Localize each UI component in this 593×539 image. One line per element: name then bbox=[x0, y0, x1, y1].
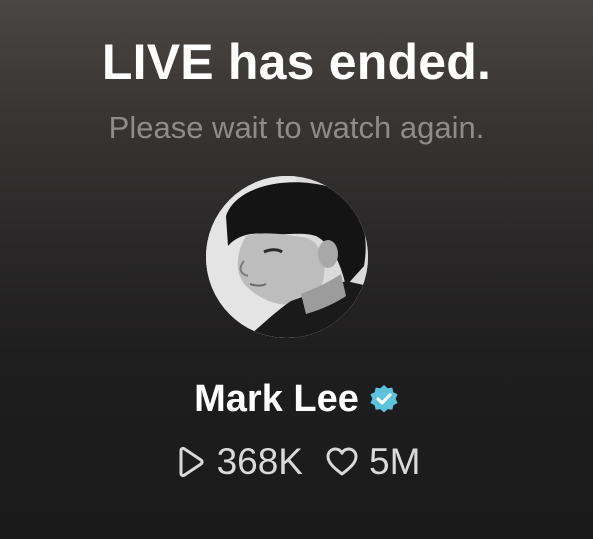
profile-name-row: Mark Lee bbox=[0, 376, 593, 422]
profile-name[interactable]: Mark Lee bbox=[194, 376, 359, 422]
avatar[interactable] bbox=[206, 176, 368, 338]
profile-stats: 368K 5M bbox=[0, 440, 593, 484]
likes-stat: 5M bbox=[325, 440, 420, 484]
live-ended-screen: LIVE has ended. Please wait to watch aga… bbox=[0, 0, 593, 539]
heart-icon bbox=[325, 445, 359, 479]
verified-badge-icon bbox=[369, 384, 399, 414]
live-ended-title: LIVE has ended. bbox=[101, 34, 492, 90]
views-count: 368K bbox=[216, 441, 303, 482]
views-stat: 368K bbox=[173, 440, 303, 484]
likes-count: 5M bbox=[369, 441, 421, 482]
avatar-photo bbox=[206, 176, 368, 338]
live-ended-subtitle: Please wait to watch again. bbox=[108, 110, 485, 145]
play-icon bbox=[173, 445, 207, 479]
